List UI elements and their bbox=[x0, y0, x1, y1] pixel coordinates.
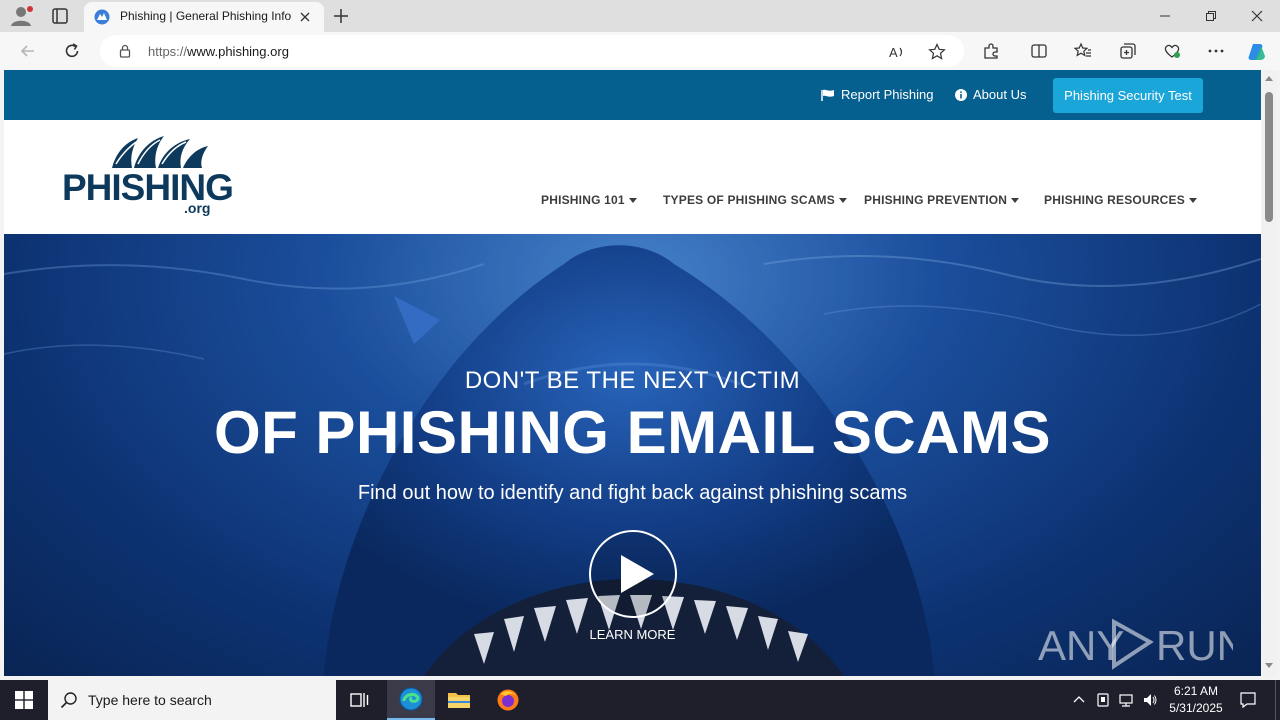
start-button[interactable] bbox=[0, 680, 48, 720]
site-logo[interactable]: PHISHING .org bbox=[60, 134, 246, 216]
caret-down-icon bbox=[1011, 197, 1020, 203]
read-aloud-icon[interactable]: A bbox=[888, 43, 906, 61]
system-clock[interactable]: 6:21 AM 5/31/2025 bbox=[1164, 683, 1228, 717]
menu-phishing-resources[interactable]: PHISHING RESOURCES bbox=[1044, 193, 1197, 207]
edge-taskbar-app[interactable] bbox=[387, 680, 435, 720]
info-icon bbox=[955, 88, 967, 101]
active-tab[interactable]: Phishing | General Phishing Information bbox=[84, 2, 324, 32]
scrollbar-thumb[interactable] bbox=[1265, 92, 1273, 222]
restore-icon[interactable] bbox=[1188, 0, 1234, 32]
split-screen-icon[interactable] bbox=[1029, 41, 1049, 61]
tab-close-icon[interactable] bbox=[298, 10, 312, 24]
report-phishing-label: Report Phishing bbox=[841, 87, 934, 102]
device-status-icon[interactable] bbox=[1095, 691, 1111, 709]
browser-tab-strip: Phishing | General Phishing Information bbox=[0, 0, 1280, 32]
report-phishing-link[interactable]: Report Phishing bbox=[821, 87, 934, 102]
about-us-link[interactable]: About Us bbox=[955, 87, 1026, 102]
web-page: Report Phishing About Us Phishing Securi… bbox=[4, 70, 1261, 676]
caret-down-icon bbox=[1188, 197, 1197, 203]
flag-icon bbox=[821, 89, 835, 101]
site-top-bar: Report Phishing About Us Phishing Securi… bbox=[4, 70, 1261, 120]
play-icon bbox=[589, 530, 677, 618]
page-scrollbar[interactable] bbox=[1262, 70, 1276, 676]
new-tab-icon[interactable] bbox=[332, 7, 350, 25]
tab-actions-icon[interactable] bbox=[48, 6, 72, 26]
collections-icon[interactable] bbox=[1118, 41, 1138, 61]
browser-essentials-icon[interactable] bbox=[1162, 41, 1182, 61]
menu-label: PHISHING RESOURCES bbox=[1044, 193, 1185, 207]
favorite-star-icon[interactable] bbox=[928, 43, 946, 61]
profile-icon[interactable] bbox=[8, 4, 36, 28]
menu-phishing-prevention[interactable]: PHISHING PREVENTION bbox=[864, 193, 1020, 207]
clock-time: 6:21 AM bbox=[1173, 684, 1219, 698]
about-us-label: About Us bbox=[973, 87, 1027, 102]
svg-text:ANY: ANY bbox=[1038, 622, 1124, 669]
scroll-up-arrow-icon[interactable] bbox=[1265, 76, 1273, 81]
edge-icon bbox=[399, 687, 423, 711]
svg-text:A: A bbox=[889, 45, 898, 60]
caret-down-icon bbox=[628, 197, 637, 203]
menu-label: PHISHING PREVENTION bbox=[864, 193, 1008, 207]
extensions-icon[interactable] bbox=[981, 41, 1001, 61]
close-window-icon[interactable] bbox=[1234, 0, 1280, 32]
play-video-button[interactable] bbox=[588, 529, 678, 619]
site-header: PHISHING .org PHISHING 101 TYPES OF PHIS… bbox=[4, 120, 1261, 234]
notifications-icon[interactable] bbox=[1239, 691, 1256, 709]
hero-headline: OF PHISHING EMAIL SCAMS bbox=[213, 399, 1052, 466]
address-bar[interactable]: https://www.phishing.org A bbox=[100, 35, 964, 67]
volume-icon[interactable] bbox=[1142, 691, 1158, 709]
firefox-taskbar-app[interactable] bbox=[484, 680, 532, 720]
anyrun-watermark: ANY RUN bbox=[1038, 610, 1247, 674]
hero-kicker: DON'T BE THE NEXT VICTIM bbox=[464, 367, 801, 394]
logo-graphic: PHISHING .org bbox=[62, 136, 234, 216]
windows-logo-icon bbox=[15, 691, 33, 709]
more-menu-icon[interactable] bbox=[1206, 41, 1226, 61]
show-desktop-button[interactable] bbox=[1275, 680, 1280, 720]
refresh-icon[interactable] bbox=[62, 41, 82, 61]
tab-title: Phishing | General Phishing Information bbox=[120, 9, 292, 23]
task-view-icon bbox=[350, 693, 369, 707]
windows-taskbar: Type here to search 6:21 AM 5/31/2025 bbox=[0, 680, 1280, 720]
task-view-button[interactable] bbox=[336, 680, 384, 720]
url-text: https://www.phishing.org bbox=[148, 44, 289, 59]
caret-down-icon bbox=[838, 197, 847, 203]
favorites-icon[interactable] bbox=[1073, 41, 1093, 61]
show-hidden-icons-chevron-icon[interactable] bbox=[1071, 691, 1087, 709]
search-placeholder: Type here to search bbox=[88, 692, 212, 708]
taskbar-search-box[interactable]: Type here to search bbox=[48, 680, 336, 720]
search-icon bbox=[60, 691, 78, 709]
logo-suffix: .org bbox=[184, 200, 210, 216]
menu-label: PHISHING 101 bbox=[541, 193, 625, 207]
minimize-icon[interactable] bbox=[1142, 0, 1188, 32]
tab-favicon-icon bbox=[94, 9, 110, 25]
network-icon[interactable] bbox=[1118, 691, 1134, 709]
back-icon[interactable] bbox=[18, 41, 38, 61]
menu-types-of-phishing-scams[interactable]: TYPES OF PHISHING SCAMS bbox=[663, 193, 847, 207]
menu-phishing-101[interactable]: PHISHING 101 bbox=[541, 193, 637, 207]
clock-date: 5/31/2025 bbox=[1169, 701, 1223, 715]
firefox-icon bbox=[497, 689, 519, 711]
copilot-icon[interactable] bbox=[1246, 41, 1266, 61]
scroll-down-arrow-icon[interactable] bbox=[1265, 663, 1273, 668]
phishing-security-test-button[interactable]: Phishing Security Test bbox=[1053, 78, 1203, 113]
lock-icon[interactable] bbox=[118, 44, 132, 58]
hero-subtitle: Find out how to identify and fight back … bbox=[357, 482, 908, 504]
browser-toolbar: https://www.phishing.org A bbox=[0, 32, 1280, 70]
folder-icon bbox=[448, 693, 470, 708]
file-explorer-taskbar-app[interactable] bbox=[435, 680, 483, 720]
svg-text:RUN: RUN bbox=[1156, 622, 1233, 669]
menu-label: TYPES OF PHISHING SCAMS bbox=[663, 193, 835, 207]
hero-banner: DON'T BE THE NEXT VICTIM OF PHISHING EMA… bbox=[4, 234, 1261, 676]
